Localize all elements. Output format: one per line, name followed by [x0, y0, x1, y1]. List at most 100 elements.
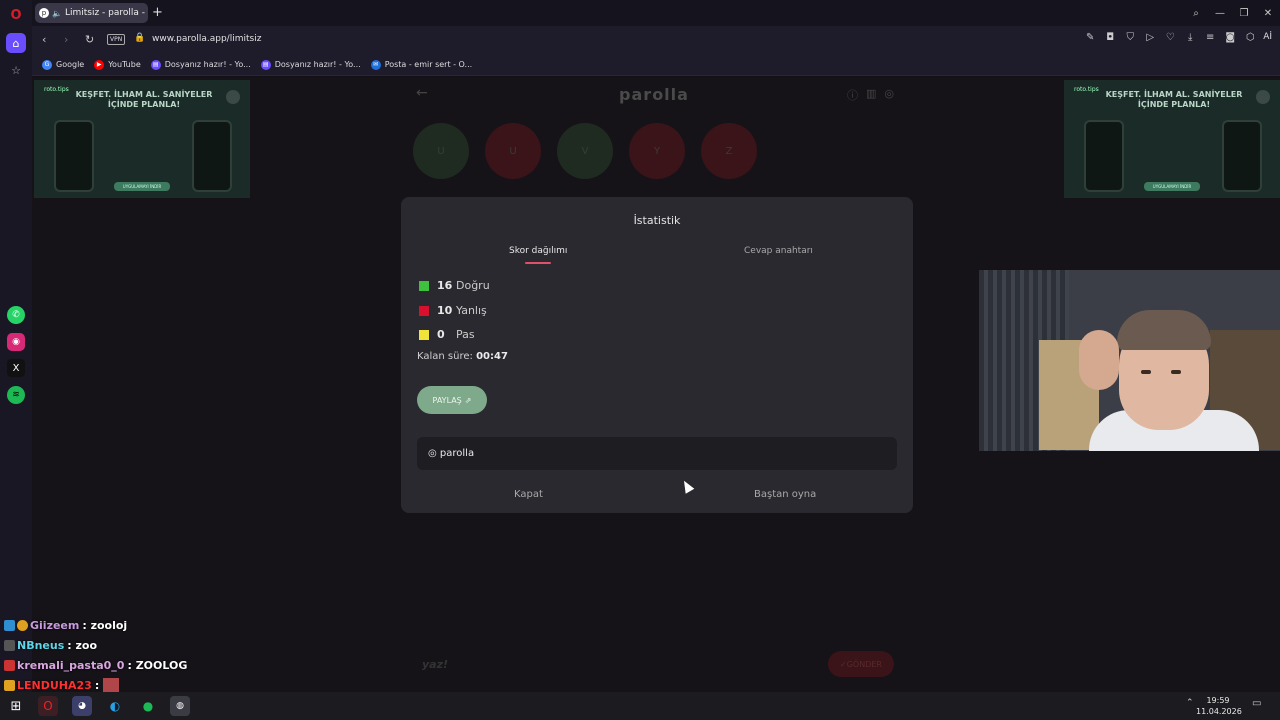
replay-button[interactable]: Baştan oyna	[754, 489, 816, 500]
badge-icon	[4, 639, 15, 651]
ad-cta[interactable]: UYGULAMAYI İNDİR	[1144, 182, 1200, 191]
answer-input[interactable]: yaz!	[422, 658, 448, 671]
edit-icon[interactable]: ✎	[1083, 32, 1097, 43]
cam-hair	[1117, 310, 1211, 350]
extensions-icon[interactable]: ⬡	[1243, 32, 1257, 43]
tab-title: Limitsiz - parolla - Ke	[64, 8, 148, 18]
profile-icon[interactable]: ◙	[1223, 32, 1237, 43]
bookmark-posta[interactable]: ✉ Posta - emir sert - O...	[370, 59, 472, 70]
stat-wrong: 10 Yanlış	[417, 304, 487, 317]
bookmark-dosya-1[interactable]: ▤ Dosyanız hazır! - Yo...	[150, 59, 251, 70]
letter-circles: U U V Y Z	[413, 123, 757, 179]
window-controls: ⌕ — ❐ ✕	[1184, 0, 1280, 26]
spotify-icon[interactable]: ≋	[7, 386, 25, 404]
lock-icon[interactable]: 🔒	[134, 33, 145, 43]
spotify-taskbar-icon[interactable]: ●	[138, 696, 158, 716]
address-bar: ‹ › ↻ VPN 🔒 www.parolla.app/limitsiz ✎ ◘…	[32, 26, 1280, 54]
ad-headline: KEŞFET. İLHAM AL. SANİYELER İÇİNDE PLANL…	[1105, 90, 1243, 109]
chat-message: Giizeem : zooloj	[4, 615, 244, 635]
opera-logo-icon[interactable]: O	[7, 6, 25, 24]
cam-eye	[1171, 370, 1181, 374]
ad-right[interactable]: roto.tips KEŞFET. İLHAM AL. SANİYELER İÇ…	[1064, 80, 1280, 198]
browser-sidebar: O ⌂ ☆ ✆ ◉ X ≋	[0, 0, 32, 692]
forward-icon[interactable]: ›	[64, 33, 68, 46]
remaining-time: Kalan süre: 00:47	[417, 351, 508, 362]
windows-start-icon[interactable]: ⊞	[6, 696, 26, 716]
star-icon[interactable]: ☆	[7, 61, 25, 79]
letter-circle: Z	[701, 123, 757, 179]
cam-hand	[1079, 330, 1119, 390]
discord-taskbar-icon[interactable]: ◕	[72, 696, 92, 716]
opera-taskbar-icon[interactable]: O	[38, 696, 58, 716]
phone-image	[192, 120, 232, 192]
header-icons: ⓘ ▥ ◎	[847, 87, 894, 103]
share-icon: ⇗	[464, 395, 472, 405]
phone-image	[1084, 120, 1124, 192]
edge-taskbar-icon[interactable]: ◐	[105, 696, 125, 716]
reload-icon[interactable]: ↻	[85, 33, 94, 46]
ai-button[interactable]: Aİ	[1263, 32, 1272, 43]
vpn-badge[interactable]: VPN	[107, 34, 126, 45]
ad-cta[interactable]: UYGULAMAYI İNDİR	[114, 182, 170, 191]
close-button[interactable]: Kapat	[514, 489, 543, 500]
instagram-icon[interactable]: ◉	[7, 333, 25, 351]
shield-icon[interactable]: ⛉	[1123, 32, 1137, 43]
send-button[interactable]: ✓ GÖNDER	[828, 651, 894, 677]
back-arrow-icon[interactable]: ←	[416, 85, 428, 101]
app-logo: parolla	[619, 85, 689, 104]
notification-icon[interactable]: ▭	[1252, 698, 1261, 709]
restore-icon[interactable]: ❐	[1232, 8, 1256, 19]
chat-message: NBneus : zoo	[4, 635, 244, 655]
ad-info-icon	[1256, 90, 1270, 104]
user-icon[interactable]: ◎	[884, 87, 894, 103]
tab-strip: p 🔈 Limitsiz - parolla - Ke + ⌕ — ❐ ✕	[32, 0, 1280, 26]
letter-circle: V	[557, 123, 613, 179]
new-tab-button[interactable]: +	[152, 5, 163, 20]
menu-icon[interactable]: ≡	[1203, 32, 1217, 43]
bookmark-youtube[interactable]: ▶ YouTube	[94, 59, 141, 70]
bookmark-google[interactable]: G Google	[42, 59, 84, 70]
windows-taskbar: ⊞ O ◕ ◐ ● ◍ ⌃ 19:59 11.04.2026 ▭	[0, 692, 1280, 720]
ad-left[interactable]: roto.tips KEŞFET. İLHAM AL. SANİYELER İÇ…	[34, 80, 250, 198]
heart-icon[interactable]: ♡	[1163, 32, 1177, 43]
tray-chevron-icon[interactable]: ⌃	[1186, 698, 1194, 708]
tab-answer-key[interactable]: Cevap anahtarı	[744, 246, 813, 256]
play-icon[interactable]: ▷	[1143, 32, 1157, 43]
home-icon[interactable]: ⌂	[6, 33, 26, 53]
cam-eye	[1141, 370, 1151, 374]
bookmarks-bar: G Google ▶ YouTube ▤ Dosyanız hazır! - Yo..…	[32, 54, 1280, 76]
info-icon[interactable]: ⓘ	[847, 87, 858, 103]
phone-image	[1222, 120, 1262, 192]
stats-modal: İstatistik Skor dağılımı Cevap anahtarı …	[401, 197, 913, 513]
search-icon[interactable]: ⌕	[1184, 8, 1208, 19]
badge-icon	[4, 619, 15, 631]
screen: O ⌂ ☆ ✆ ◉ X ≋ p 🔈 Limitsiz - parolla - K…	[0, 0, 1280, 720]
modal-title: İstatistik	[633, 214, 681, 227]
bookmark-dosya-2[interactable]: ▤ Dosyanız hazır! - Yo...	[260, 59, 361, 70]
x-icon[interactable]: X	[7, 359, 25, 377]
back-icon[interactable]: ‹	[42, 33, 46, 46]
download-icon[interactable]: ⤓	[1183, 32, 1197, 43]
tab-limitsiz[interactable]: p 🔈 Limitsiz - parolla - Ke	[35, 3, 148, 23]
ad-headline: KEŞFET. İLHAM AL. SANİYELER İÇİNDE PLANL…	[75, 90, 213, 109]
camera-icon[interactable]: ◘	[1103, 32, 1117, 43]
share-button[interactable]: PAYLAŞ ⇗	[417, 386, 487, 414]
tab-score-distribution[interactable]: Skor dağılımı	[509, 246, 567, 264]
close-icon[interactable]: ✕	[1256, 8, 1280, 19]
taskbar-clock[interactable]: 19:59 11.04.2026	[1196, 695, 1242, 717]
yellow-square-icon	[419, 329, 429, 340]
stats-icon[interactable]: ▥	[866, 87, 876, 103]
url-field[interactable]: www.parolla.app/limitsiz	[152, 34, 261, 44]
phone-image	[54, 120, 94, 192]
minimize-icon[interactable]: —	[1208, 8, 1232, 19]
modal-tabs: Skor dağılımı Cevap anahtarı	[401, 246, 913, 268]
speaker-icon[interactable]: 🔈	[52, 9, 62, 18]
whatsapp-icon[interactable]: ✆	[7, 306, 25, 324]
badge-icon	[4, 659, 15, 671]
emote-icon	[103, 678, 120, 692]
obs-taskbar-icon[interactable]: ◍	[170, 696, 190, 716]
stat-correct: 16 Doğru	[417, 279, 490, 292]
webcam-overlay	[979, 270, 1280, 451]
youtube-icon: ▶	[94, 59, 105, 70]
ad-info-icon	[226, 90, 240, 104]
